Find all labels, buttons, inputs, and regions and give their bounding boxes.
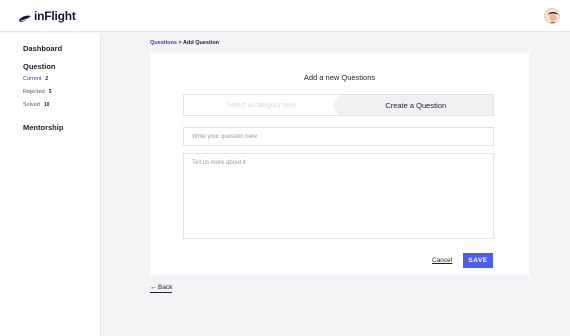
save-button[interactable]: SAVE [463, 253, 493, 268]
sidebar-item-current[interactable]: Current 2 [23, 76, 48, 82]
sidebar-item-dashboard[interactable]: Dashboard [23, 44, 62, 53]
add-question-card: Add a new Questions Select a category it… [150, 53, 529, 275]
app-logo[interactable]: inFlight [18, 9, 76, 23]
sidebar-item-question[interactable]: Question [23, 62, 56, 71]
user-avatar[interactable] [544, 8, 560, 24]
sidebar-item-mentorship[interactable]: Mentorship [23, 123, 63, 132]
count-badge: 10 [43, 102, 50, 108]
arrow-left-icon: ← [150, 284, 157, 291]
plane-wing-icon [18, 11, 32, 22]
question-details-textarea[interactable] [183, 153, 494, 239]
step-tabs: Select a category item Create a Question [183, 94, 494, 117]
question-input[interactable] [183, 127, 494, 146]
back-label: Back [158, 284, 173, 291]
page-title: Add a new Questions [303, 73, 376, 82]
breadcrumb: Questions > Add Question [150, 40, 219, 46]
sidebar-item-label: Rejected [23, 89, 45, 95]
back-link[interactable]: ← Back [150, 284, 173, 293]
sidebar: Dashboard Question Current 2 Rejected 5 … [0, 33, 101, 336]
cancel-button[interactable]: Cancel [432, 257, 452, 264]
count-badge: 2 [45, 76, 49, 82]
sidebar-item-label: Current [23, 76, 42, 82]
breadcrumb-current: Add Question [182, 40, 220, 46]
count-badge: 5 [48, 89, 52, 95]
tab-create-question[interactable]: Create a Question [332, 95, 493, 117]
sidebar-item-label: Solved [23, 102, 40, 108]
app-name: inFlight [34, 9, 76, 23]
sidebar-item-solved[interactable]: Solved 10 [23, 102, 49, 108]
sidebar-item-rejected[interactable]: Rejected 5 [23, 89, 52, 95]
tab-select-category[interactable]: Select a category item [184, 95, 339, 115]
top-bar: inFlight [0, 0, 570, 32]
breadcrumb-link-questions[interactable]: Questions [150, 40, 177, 46]
